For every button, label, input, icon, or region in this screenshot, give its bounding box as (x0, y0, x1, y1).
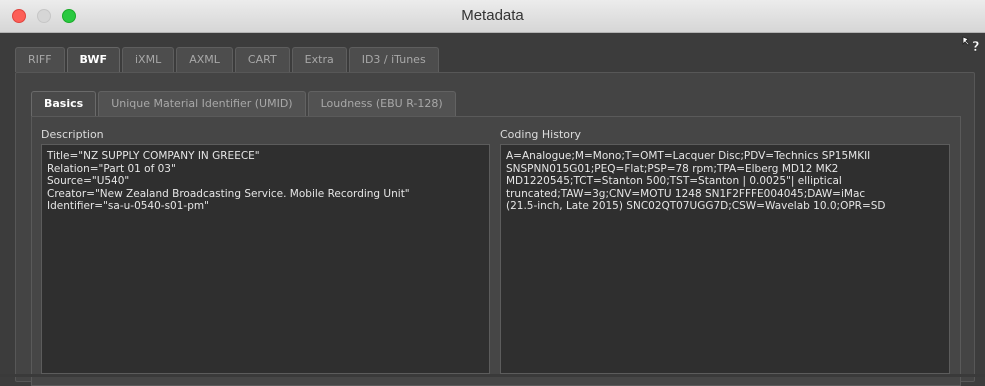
coding-history-label: Coding History (500, 128, 582, 141)
description-textarea[interactable]: Title="NZ SUPPLY COMPANY IN GREECE" Rela… (41, 144, 490, 374)
tab-extra[interactable]: Extra (291, 47, 347, 72)
tab-id3-itunes[interactable]: ID3 / iTunes (348, 47, 439, 72)
subtab-loudness[interactable]: Loudness (EBU R-128) (307, 91, 456, 116)
window-title: Metadata (461, 7, 524, 24)
subtab-umid[interactable]: Unique Material Identifier (UMID) (98, 91, 306, 116)
description-label: Description (41, 128, 104, 141)
bwf-subtab-bar: Basics Unique Material Identifier (UMID)… (31, 91, 458, 116)
tab-bwf[interactable]: BWF (66, 47, 120, 72)
tab-ixml[interactable]: iXML (121, 47, 175, 72)
coding-history-textarea[interactable]: A=Analogue;M=Mono;T=OMT=Lacquer Disc;PDV… (500, 144, 950, 374)
tab-cart[interactable]: CART (234, 47, 290, 72)
tab-riff[interactable]: RIFF (15, 47, 65, 72)
subtab-basics[interactable]: Basics (31, 91, 97, 116)
svg-text:?: ? (972, 40, 980, 54)
help-cursor-icon: ? (962, 36, 984, 55)
tab-axml[interactable]: AXML (176, 47, 233, 72)
metadata-tab-bar: RIFF BWF iXML AXML CART Extra ID3 / iTun… (15, 47, 441, 72)
title-bar: Metadata (0, 0, 985, 33)
